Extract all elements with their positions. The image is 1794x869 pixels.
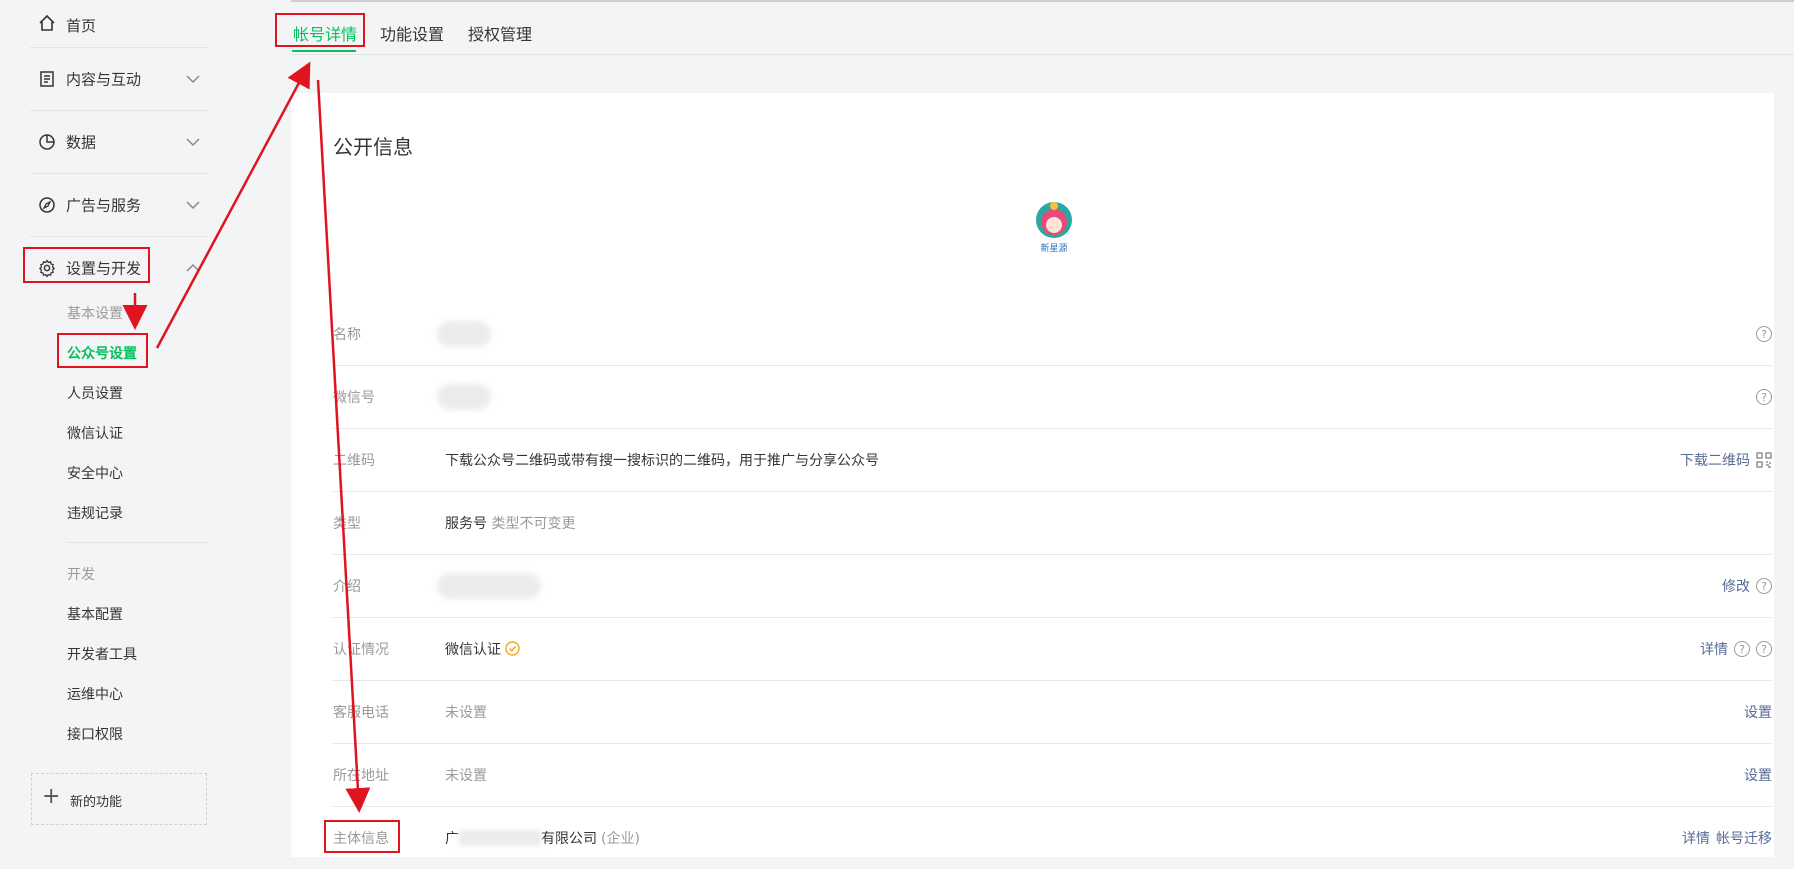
- sidebar-item-label: 数据: [66, 133, 97, 151]
- info-row-intro: 介绍 修改 ?: [333, 554, 1772, 618]
- verification-status: 微信认证: [445, 641, 501, 658]
- row-value: 微信认证: [445, 639, 520, 659]
- sidebar-divider: [66, 542, 208, 543]
- row-label: 二维码: [333, 452, 375, 469]
- sidebar-item-label: 内容与互动: [66, 70, 142, 88]
- sidebar-section-basic: 基本设置: [67, 306, 123, 322]
- sidebar-item-verification[interactable]: 微信认证: [67, 423, 123, 443]
- sidebar-item-violation-records[interactable]: 违规记录: [67, 503, 123, 523]
- redacted-value: [459, 829, 541, 846]
- redacted-value: [437, 572, 541, 599]
- sidebar-item-home[interactable]: 首页: [30, 0, 208, 48]
- help-icon[interactable]: ?: [1756, 388, 1772, 405]
- qrcode-icon[interactable]: [1756, 451, 1772, 468]
- pie-chart-icon: [39, 133, 55, 150]
- help-icon[interactable]: ?: [1756, 640, 1772, 657]
- sidebar-item-ads-services[interactable]: 广告与服务: [30, 173, 208, 237]
- row-value: 未设置: [445, 704, 487, 721]
- row-value: 未设置: [445, 767, 487, 784]
- sidebar-item-ops-center[interactable]: 运维中心: [67, 684, 123, 704]
- verification-details-link[interactable]: 详情: [1700, 639, 1728, 659]
- sidebar-item-label: 广告与服务: [66, 196, 142, 214]
- help-icon[interactable]: ?: [1756, 325, 1772, 342]
- info-row-address: 所在地址 未设置 设置: [333, 743, 1772, 807]
- set-phone-link[interactable]: 设置: [1744, 702, 1772, 722]
- tab-authorization[interactable]: 授权管理: [468, 21, 532, 45]
- sidebar-item-security-center[interactable]: 安全中心: [67, 463, 123, 483]
- redacted-value: [437, 320, 491, 347]
- row-label: 认证情况: [333, 641, 389, 658]
- compass-icon: [39, 196, 55, 213]
- annotation-box-entity: [324, 820, 400, 853]
- row-label: 所在地址: [333, 767, 389, 784]
- redacted-value: [437, 383, 491, 410]
- row-value: 广 有限公司 (企业): [445, 828, 640, 848]
- new-feature-button[interactable]: + 新的功能: [31, 773, 207, 825]
- row-label: 客服电话: [333, 704, 389, 721]
- sidebar-item-label: 首页: [66, 17, 97, 35]
- chevron-up-icon: [186, 263, 200, 272]
- verified-badge-icon: [505, 641, 520, 656]
- new-feature-label: 新的功能: [70, 795, 123, 810]
- sidebar-item-api-permissions[interactable]: 接口权限: [67, 724, 123, 744]
- document-icon: [40, 70, 54, 87]
- sidebar-item-basic-config[interactable]: 基本配置: [67, 604, 123, 624]
- row-value: 服务号 类型不可变更: [445, 513, 575, 533]
- info-row-verification: 认证情况 微信认证 详情 ? ?: [333, 617, 1772, 681]
- chevron-down-icon: [186, 137, 200, 146]
- annotation-box-account-settings: [57, 333, 148, 368]
- tab-feature-settings[interactable]: 功能设置: [380, 21, 444, 45]
- info-row-qrcode: 二维码 下载公众号二维码或带有搜一搜标识的二维码，用于推广与分享公众号 下载二维…: [333, 428, 1772, 492]
- svg-text:新星源: 新星源: [1040, 242, 1067, 254]
- edit-intro-link[interactable]: 修改: [1722, 576, 1750, 596]
- annotation-box-settings: [23, 247, 150, 283]
- set-address-link[interactable]: 设置: [1744, 765, 1772, 785]
- sidebar: 首页 内容与互动 数据 广告与服务 设置与开发 基本设置 公众号设置 人员设置 …: [0, 0, 291, 857]
- sidebar-section-dev: 开发: [67, 567, 95, 583]
- sidebar-item-dev-tools[interactable]: 开发者工具: [67, 644, 137, 664]
- page-title: 公开信息: [333, 135, 413, 159]
- type-note: 类型不可变更: [491, 515, 576, 532]
- row-value: 下载公众号二维码或带有搜一搜标识的二维码，用于推广与分享公众号: [445, 452, 879, 469]
- info-row-name: 名称 ?: [333, 302, 1772, 366]
- row-label: 类型: [333, 515, 361, 532]
- account-type: 服务号: [445, 515, 487, 532]
- avatar: 新星源: [1036, 202, 1072, 254]
- sidebar-item-data[interactable]: 数据: [30, 110, 208, 174]
- account-migration-link[interactable]: 帐号迁移: [1716, 828, 1772, 848]
- entity-name-suffix: 有限公司: [541, 830, 597, 847]
- annotation-box-tab: [275, 13, 365, 47]
- row-label: 名称: [333, 326, 361, 343]
- plus-icon: +: [42, 784, 61, 809]
- chevron-down-icon: [186, 200, 200, 209]
- info-row-service-phone: 客服电话 未设置 设置: [333, 680, 1772, 744]
- entity-name-prefix: 广: [445, 830, 459, 847]
- download-qrcode-link[interactable]: 下载二维码: [1680, 450, 1750, 470]
- help-icon[interactable]: ?: [1734, 640, 1750, 657]
- info-row-entity: 主体信息 广 有限公司 (企业) 详情 帐号迁移: [333, 806, 1772, 869]
- sidebar-item-staff-settings[interactable]: 人员设置: [67, 383, 123, 403]
- entity-details-link[interactable]: 详情: [1682, 828, 1710, 848]
- sidebar-item-content[interactable]: 内容与互动: [30, 47, 208, 111]
- help-icon[interactable]: ?: [1756, 577, 1772, 594]
- chevron-down-icon: [186, 74, 200, 83]
- home-icon: [39, 14, 55, 31]
- info-row-type: 类型 服务号 类型不可变更: [333, 491, 1772, 555]
- row-label: 介绍: [333, 578, 361, 595]
- row-label: 微信号: [333, 389, 375, 406]
- entity-type: (企业): [601, 830, 640, 847]
- info-row-wechat-id: 微信号 ?: [333, 365, 1772, 429]
- tab-active-indicator: [292, 50, 356, 52]
